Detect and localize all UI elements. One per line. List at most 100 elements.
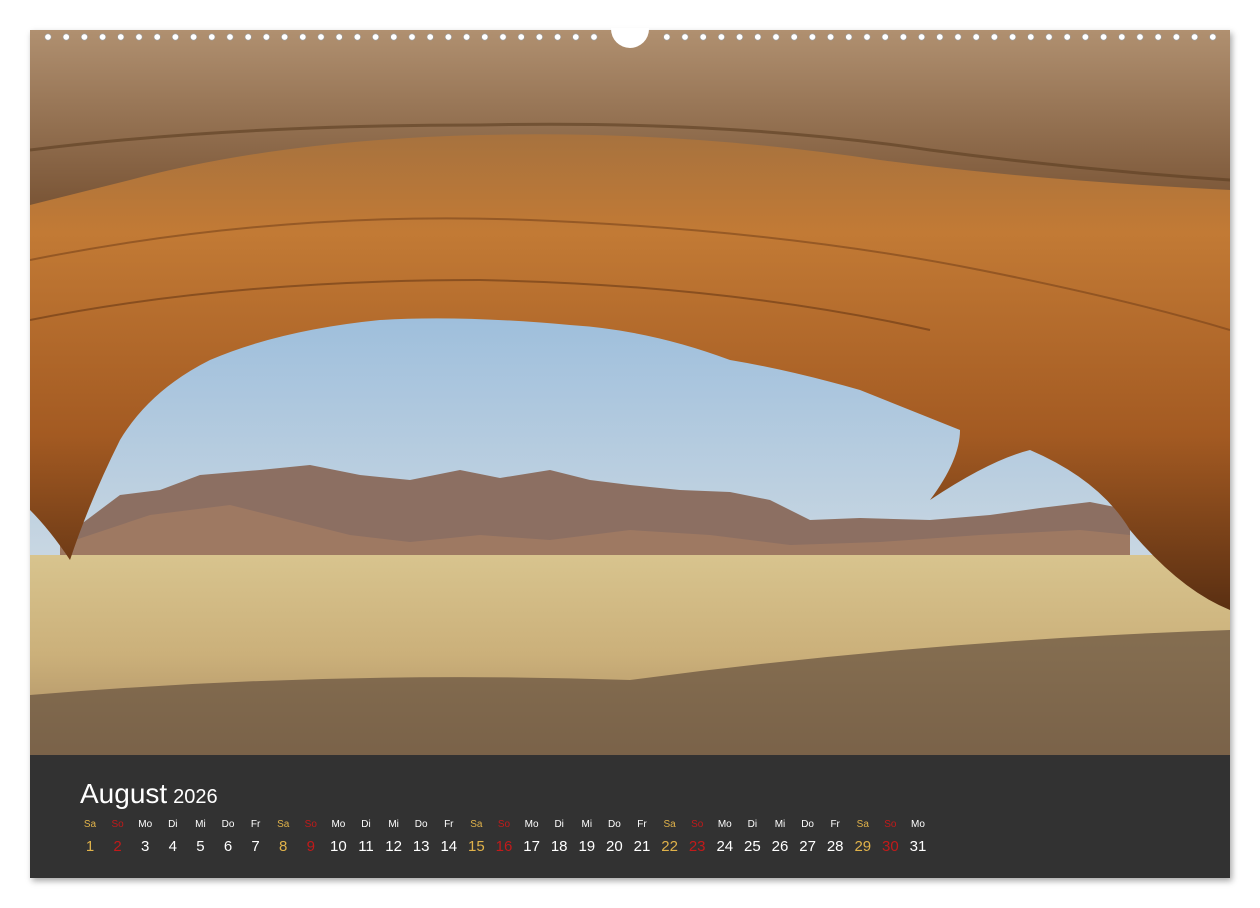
binding-hole <box>244 33 252 41</box>
day-number: 8 <box>279 838 288 855</box>
day-number: 22 <box>661 838 678 855</box>
day-number: 24 <box>716 838 734 855</box>
binding-hole <box>372 33 380 41</box>
day-number: 25 <box>744 838 761 855</box>
binding-hole <box>1118 33 1126 41</box>
binding-hole <box>153 33 161 41</box>
weekday-label: So <box>304 819 317 830</box>
binding-hole <box>190 33 198 41</box>
day-number: 17 <box>523 838 540 855</box>
binding-hole <box>299 33 307 41</box>
binding-hole <box>281 33 289 41</box>
day-number: 16 <box>495 838 513 855</box>
day-number: 29 <box>854 838 872 855</box>
binding-hole <box>1172 33 1180 41</box>
binding-hole <box>681 33 689 41</box>
weekday-label: Sa <box>277 819 290 830</box>
binding-hole <box>262 33 270 41</box>
day-number: 26 <box>771 838 789 855</box>
day-number: 19 <box>578 838 596 855</box>
day-number: 9 <box>306 838 315 855</box>
binding-hole <box>572 33 580 41</box>
weekday-label: Mi <box>774 819 786 830</box>
weekday-label: Mo <box>331 819 346 830</box>
weekday-label: Mo <box>138 819 153 830</box>
binding-hole <box>881 33 889 41</box>
weekday-label: Fr <box>444 819 454 830</box>
weekday-label: So <box>691 819 704 830</box>
weekday-label: Do <box>414 819 428 830</box>
binding-hole <box>590 33 598 41</box>
day-number: 12 <box>385 838 402 855</box>
calendar-panel <box>30 755 1230 878</box>
weekday-label: Di <box>168 819 178 830</box>
binding-hole <box>481 33 489 41</box>
binding-hole <box>226 33 234 41</box>
weekday-label: Di <box>361 819 371 830</box>
binding-hole <box>208 33 216 41</box>
day-number: 1 <box>85 838 95 855</box>
binding-hole <box>426 33 434 41</box>
binding-hole <box>1027 33 1035 41</box>
binding-hole <box>717 33 725 41</box>
weekday-label: Mo <box>717 819 732 830</box>
day-number: 4 <box>168 838 177 855</box>
binding-hole <box>663 33 671 41</box>
day-number: 28 <box>826 838 844 855</box>
binding-hole <box>918 33 926 41</box>
binding-hole <box>1191 33 1199 41</box>
day-number: 20 <box>606 838 623 855</box>
day-number: 27 <box>799 838 816 855</box>
binding-hole <box>408 33 416 41</box>
year: 2026 <box>173 786 218 808</box>
day-number: 30 <box>882 838 899 855</box>
day-number: 31 <box>909 838 927 855</box>
binding-hole <box>936 33 944 41</box>
day-number: 14 <box>440 838 458 855</box>
binding-hole <box>845 33 853 41</box>
binding-hole <box>535 33 543 41</box>
binding-hole <box>1154 33 1162 41</box>
binding-hole <box>463 33 471 41</box>
weekday-label: Mi <box>388 819 399 830</box>
day-number: 21 <box>633 838 651 855</box>
binding-hole <box>808 33 816 41</box>
weekday-label: So <box>884 819 897 830</box>
binding-hole <box>1009 33 1017 41</box>
binding-hole <box>772 33 780 41</box>
weekday-label: Sa <box>663 819 676 830</box>
weekday-label: So <box>111 819 124 830</box>
weekday-label: Do <box>801 819 814 830</box>
day-number: 10 <box>330 838 347 855</box>
day-number: 5 <box>196 838 205 855</box>
binding-hole <box>390 33 398 41</box>
binding-hole <box>80 33 88 41</box>
day-number: 18 <box>550 838 568 855</box>
weekday-label: Mo <box>911 819 925 830</box>
binding-hole <box>171 33 179 41</box>
binding-hole <box>990 33 998 41</box>
binding-hole <box>335 33 343 41</box>
binding-hole <box>517 33 525 41</box>
day-number: 7 <box>251 838 260 855</box>
binding-hole <box>499 33 507 41</box>
binding-hole <box>1063 33 1071 41</box>
weekday-label: Mo <box>524 819 539 830</box>
binding-hole <box>699 33 707 41</box>
weekday-label: Di <box>554 819 564 830</box>
weekday-label: Sa <box>856 819 869 830</box>
binding-hole <box>827 33 835 41</box>
weekday-label: Do <box>607 819 621 830</box>
binding-hole <box>99 33 107 41</box>
weekday-label: Fr <box>250 819 261 830</box>
month-name: August <box>80 778 168 809</box>
binding-hole <box>1209 33 1217 41</box>
weekday-label: Sa <box>83 819 97 830</box>
weekday-label: Di <box>747 819 758 830</box>
day-number: 6 <box>223 838 233 855</box>
binding-hole <box>353 33 361 41</box>
binding-hole <box>754 33 762 41</box>
binding-hole <box>62 33 70 41</box>
month-title: August 2026 <box>80 778 218 810</box>
weekday-label: Fr <box>637 819 647 830</box>
